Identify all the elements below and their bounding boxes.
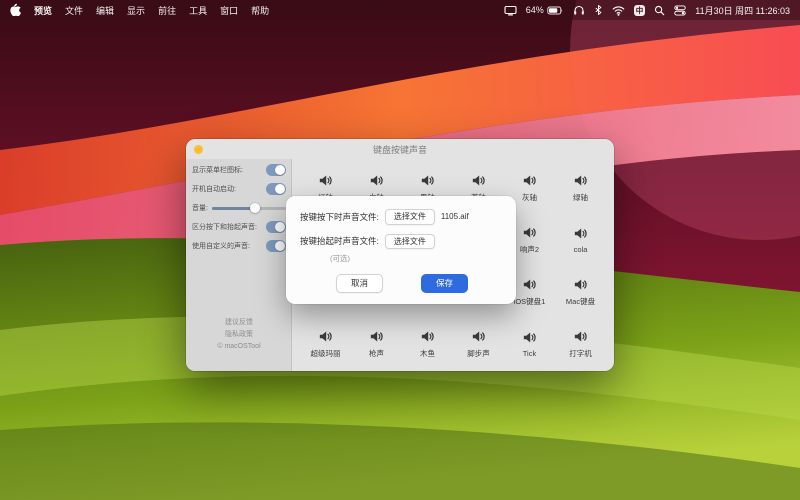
toggle-show-menubar-icon[interactable] [266, 164, 286, 176]
desktop: 预览 文件 编辑 显示 前往 工具 窗口 帮助 64% [0, 0, 800, 500]
menubar-clock[interactable]: 11月30日 周四 11:26:03 [695, 4, 790, 17]
battery-percent-label: 64% [526, 5, 544, 15]
menu-view[interactable]: 显示 [127, 4, 145, 17]
speaker-icon [521, 276, 538, 293]
input-source-icon[interactable]: 中 [634, 5, 646, 16]
save-button[interactable]: 保存 [421, 274, 468, 293]
speaker-icon [368, 172, 385, 189]
speaker-icon [419, 328, 436, 345]
slider-knob[interactable] [250, 203, 260, 213]
control-center-icon[interactable] [674, 5, 686, 16]
window-titlebar[interactable]: 键盘按键声音 [186, 139, 614, 159]
menu-file[interactable]: 文件 [65, 4, 83, 17]
sound-item[interactable]: Mac键盘 [555, 276, 606, 307]
sound-item[interactable]: 绿轴 [555, 172, 606, 203]
sound-label: 灰轴 [522, 192, 537, 203]
setting-label: 音量: [192, 203, 208, 213]
sound-label: 绿轴 [573, 192, 588, 203]
battery-indicator[interactable]: 64% [526, 5, 564, 15]
optional-note: (可选) [330, 253, 504, 264]
release-sound-label: 按键抬起时声音文件: [300, 235, 379, 247]
toggle-knob [275, 165, 285, 175]
toggle-knob [275, 222, 285, 232]
setting-label: 开机自动启动: [192, 184, 236, 194]
speaker-icon [470, 328, 487, 345]
speaker-icon [572, 172, 589, 189]
speaker-icon [368, 328, 385, 345]
press-file-name: 1105.aif [441, 212, 469, 221]
choose-release-file-button[interactable]: 选择文件 [385, 234, 435, 250]
speaker-icon [521, 172, 538, 189]
search-icon[interactable] [654, 5, 665, 16]
setting-row: 音量: [192, 202, 286, 214]
file-picker-sheet: 按键按下时声音文件: 选择文件 1105.aif 按键抬起时声音文件: 选择文件… [286, 196, 516, 304]
sound-item[interactable]: 脚步声 [453, 328, 504, 359]
menu-window[interactable]: 窗口 [220, 4, 238, 17]
speaker-icon [572, 328, 589, 345]
press-sound-label: 按键按下时声音文件: [300, 211, 379, 223]
setting-row: 区分按下和抬起声音: [192, 221, 286, 233]
toggle-knob [275, 184, 285, 194]
sound-label: 脚步声 [467, 348, 490, 359]
apple-menu[interactable] [10, 3, 21, 18]
sound-label: Mac键盘 [566, 296, 595, 307]
toggle-knob [275, 241, 285, 251]
setting-row: 开机自动启动: [192, 183, 286, 195]
sound-label: iOS键盘1 [514, 296, 546, 307]
sound-item[interactable]: 木鱼 [402, 328, 453, 359]
setting-row: 使用自定义的声音: [192, 240, 286, 252]
volume-slider[interactable] [212, 202, 286, 214]
menu-help[interactable]: 帮助 [251, 4, 269, 17]
choose-press-file-button[interactable]: 选择文件 [385, 209, 435, 225]
wifi-icon[interactable] [612, 5, 625, 16]
sound-label: 枪声 [369, 348, 384, 359]
sound-item[interactable]: 枪声 [351, 328, 402, 359]
menu-bar: 预览 文件 编辑 显示 前往 工具 窗口 帮助 64% [0, 0, 800, 20]
speaker-icon [521, 329, 538, 346]
toggle-custom-sound[interactable] [266, 240, 286, 252]
speaker-icon [572, 276, 589, 293]
menu-tools[interactable]: 工具 [189, 4, 207, 17]
slider-fill [212, 207, 255, 210]
setting-label: 使用自定义的声音: [192, 241, 250, 251]
sound-label: cola [574, 245, 588, 254]
app-window: 键盘按键声音 显示菜单栏图标: 开机自动启动: 音量: [186, 139, 614, 371]
toggle-launch-at-login[interactable] [266, 183, 286, 195]
sound-item[interactable]: Tick [504, 329, 555, 358]
privacy-policy-link[interactable]: 隐私政策 [192, 329, 286, 341]
speaker-icon [317, 172, 334, 189]
speaker-icon [419, 172, 436, 189]
screen-mirroring-icon[interactable] [504, 5, 517, 16]
sound-label: Tick [523, 349, 536, 358]
sound-label: 响声2 [520, 244, 539, 255]
sound-label: 打字机 [569, 348, 592, 359]
menu-go[interactable]: 前往 [158, 4, 176, 17]
sound-item[interactable]: 超级玛丽 [300, 328, 351, 359]
menu-edit[interactable]: 编辑 [96, 4, 114, 17]
setting-label: 显示菜单栏图标: [192, 165, 243, 175]
headphones-icon[interactable] [573, 4, 585, 16]
app-menu-title[interactable]: 预览 [34, 4, 52, 17]
apple-logo-icon [10, 3, 21, 16]
feedback-link[interactable]: 建议反馈 [192, 317, 286, 329]
speaker-icon [521, 224, 538, 241]
setting-label: 区分按下和抬起声音: [192, 222, 257, 232]
speaker-icon [470, 172, 487, 189]
setting-row: 显示菜单栏图标: [192, 164, 286, 176]
traffic-light-button[interactable] [194, 145, 203, 154]
sound-label: 超级玛丽 [311, 348, 341, 359]
sound-item[interactable]: 打字机 [555, 328, 606, 359]
copyright-label: © macOSTool [192, 341, 286, 353]
speaker-icon [572, 225, 589, 242]
toggle-distinguish-press-release[interactable] [266, 221, 286, 233]
settings-sidebar: 显示菜单栏图标: 开机自动启动: 音量: 区分按下和抬起声音: [186, 159, 292, 371]
cancel-button[interactable]: 取消 [336, 274, 383, 293]
speaker-icon [317, 328, 334, 345]
bluetooth-icon[interactable] [594, 4, 603, 16]
sound-label: 木鱼 [420, 348, 435, 359]
sound-item[interactable]: cola [555, 225, 606, 254]
window-title: 键盘按键声音 [373, 143, 427, 156]
sidebar-footer: 建议反馈 隐私政策 © macOSTool [192, 317, 286, 361]
battery-icon [547, 6, 564, 15]
